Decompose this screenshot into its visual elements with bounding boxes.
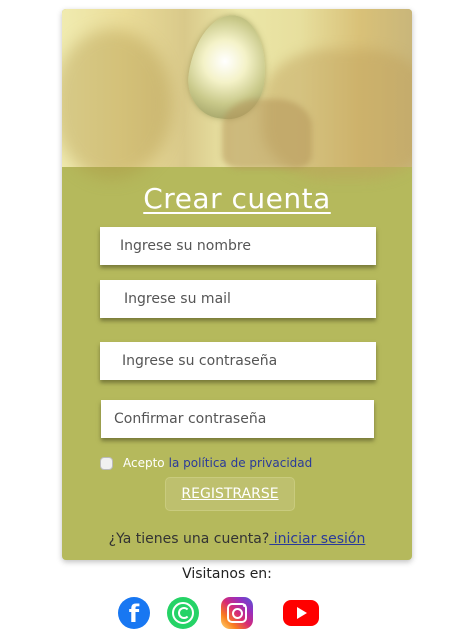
youtube-icon[interactable] — [283, 600, 319, 626]
confirm-password-field[interactable] — [101, 400, 374, 438]
hero-image — [62, 9, 412, 179]
facebook-icon[interactable]: f — [118, 597, 150, 629]
password-field[interactable] — [100, 342, 376, 380]
instagram-icon[interactable] — [221, 597, 253, 629]
terms-checkbox[interactable] — [100, 456, 113, 470]
privacy-policy-link[interactable]: la política de privacidad — [169, 456, 313, 470]
name-field[interactable] — [100, 227, 376, 265]
login-link[interactable]: iniciar sesión — [269, 531, 366, 547]
register-button[interactable]: REGISTRARSE — [165, 477, 295, 511]
social-links: f — [118, 597, 328, 633]
have-account-text: ¿Ya tienes una cuenta? — [108, 531, 270, 547]
whatsapp-icon[interactable] — [167, 597, 199, 629]
visit-label: Visitanos en: — [182, 566, 272, 582]
email-field[interactable] — [100, 280, 376, 318]
terms-row: Acepto la política de privacidad — [100, 456, 312, 470]
terms-label: Acepto — [123, 456, 165, 470]
register-card: Crear cuenta Acepto la política de priva… — [62, 9, 412, 560]
page-title: Crear cuenta — [143, 182, 331, 215]
login-prompt: ¿Ya tienes una cuenta? iniciar sesión — [62, 531, 412, 547]
facebook-glyph: f — [128, 600, 140, 628]
